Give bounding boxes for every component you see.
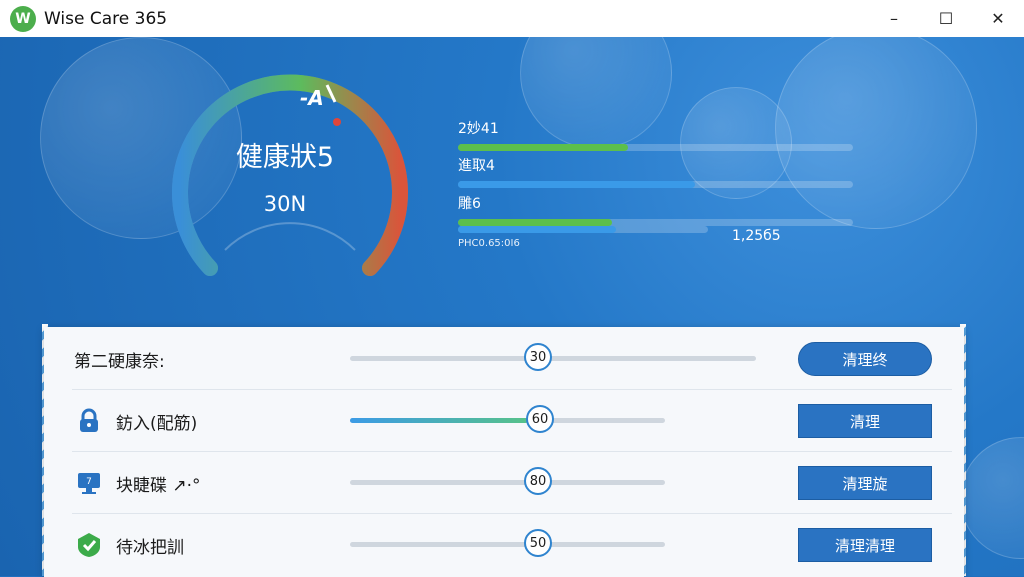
clean-button[interactable]: 清理旋 [798, 466, 932, 500]
gauge-label: 健康狀5 [235, 142, 335, 173]
clean-button[interactable]: 清理清理 [798, 528, 932, 562]
row-label: 待冰把訓 [116, 538, 184, 558]
app-logo: W [10, 5, 36, 32]
row-label: 第二硬康奈: [74, 352, 165, 372]
slider-knob[interactable]: 80 [524, 467, 552, 495]
clean-button[interactable]: 清理 [798, 404, 932, 438]
window-controls: – ☐ ✕ [868, 0, 1024, 37]
clean-button[interactable]: 清理终 [798, 342, 932, 376]
stat-fill [458, 144, 628, 151]
row-label: 鈁入(配筋) [116, 414, 198, 434]
stat-label: 2妙41 [458, 121, 499, 137]
monitor-icon: 7 [78, 473, 100, 494]
slider-knob[interactable]: 60 [526, 405, 554, 433]
stat-item: 進取4 [458, 155, 853, 188]
list-item: 鈁入(配筋) 60 清理 [72, 389, 952, 452]
minimize-button[interactable]: – [868, 0, 920, 37]
stat-item [458, 208, 708, 233]
slider-track[interactable] [350, 542, 665, 547]
slider-knob[interactable]: 30 [524, 343, 552, 371]
title-bar: W Wise Care 365 – ☐ ✕ [0, 0, 1024, 37]
gauge-value: 30N [263, 192, 307, 216]
stat-label: 進取4 [458, 158, 495, 174]
stat-extra-value: 1,25б5 [732, 228, 781, 244]
stat-fill [458, 226, 616, 233]
slider-track[interactable] [350, 356, 756, 361]
close-button[interactable]: ✕ [972, 0, 1024, 37]
gauge-dot [333, 118, 341, 126]
stat-track [458, 226, 708, 233]
shield-check-icon [78, 533, 100, 557]
stat-track [458, 181, 853, 188]
maximize-button[interactable]: ☐ [920, 0, 972, 37]
list-item: 第二硬康奈: 30 清理终 [72, 327, 952, 390]
stat-fill [458, 181, 695, 188]
lock-icon [80, 408, 98, 432]
row-label: 块睫碟 ↗·° [116, 476, 201, 496]
slider-track[interactable] [350, 480, 665, 485]
stat-item: 2妙41 [458, 118, 853, 151]
window-title: Wise Care 365 [44, 8, 168, 29]
decor-bubble [960, 437, 1024, 559]
stat-label [458, 208, 708, 220]
list-item: 7 块睫碟 ↗·° 80 清理旋 [72, 451, 952, 514]
stat-footnote: PHC0.65:0I6 [458, 238, 520, 249]
slider-fill [350, 418, 528, 423]
list-item: 待冰把訓 50 清理清理 [72, 513, 952, 575]
stat-track [458, 144, 853, 151]
slider-knob[interactable]: 50 [524, 529, 552, 557]
gauge-marker: -A [300, 86, 324, 110]
svg-text:7: 7 [86, 477, 92, 487]
